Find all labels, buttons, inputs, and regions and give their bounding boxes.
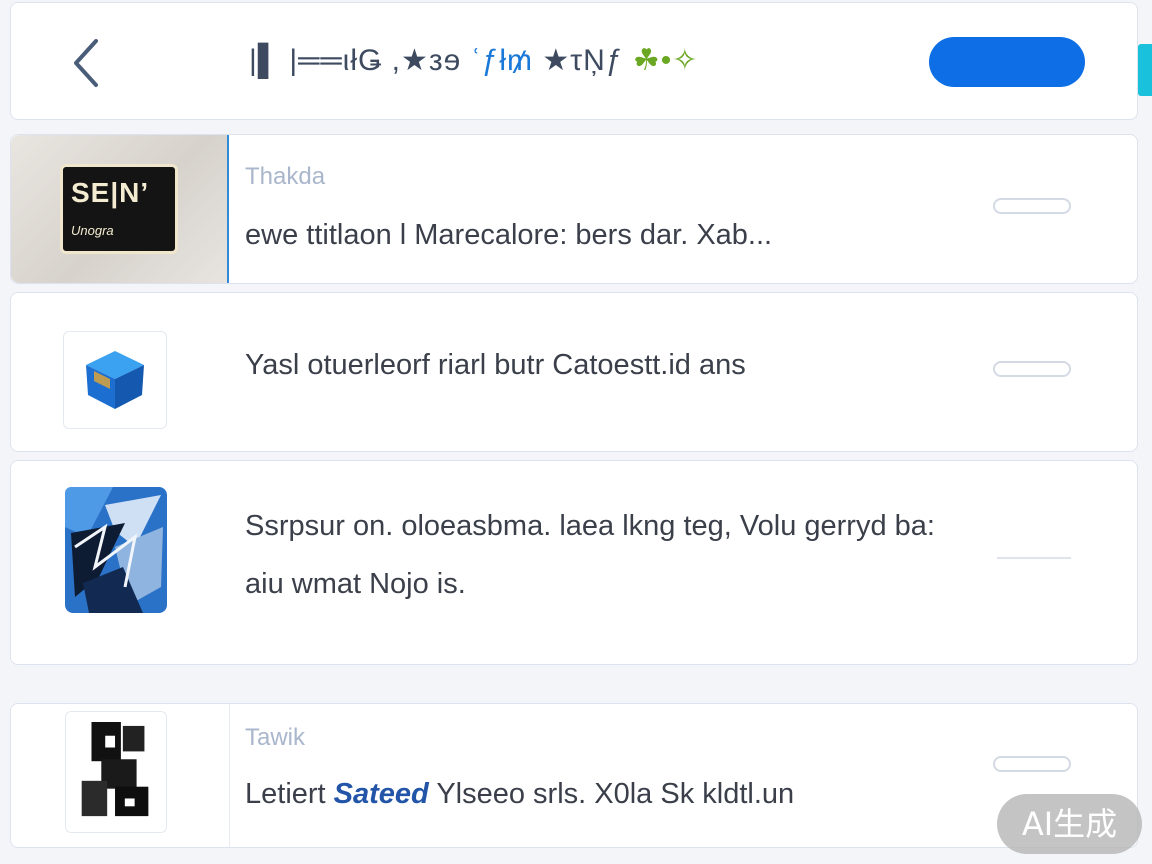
blue-cube-icon	[86, 351, 144, 409]
item-toggle[interactable]	[993, 756, 1071, 772]
item-divider	[997, 557, 1071, 559]
item-text-part: Ylseeo srls. X0la Sk kldtl.un	[428, 778, 795, 810]
title-part-1: |▌ |══ιłǤ ,★зɘ	[249, 44, 471, 77]
title-part-3: ★τŅƒ	[542, 44, 633, 77]
title-part-2: ʿƒł₥	[470, 44, 543, 77]
item-thumbnail: SE|N’ Unogra	[11, 135, 229, 283]
page: |▌ |══ιłǤ ,★зɘ ʿƒł₥ ★τŅƒ ☘•✧ SE|N’ Unogr…	[0, 0, 1152, 864]
list-item[interactable]: Yasl otuerleorf riarl butr Catoestt.id a…	[10, 292, 1138, 452]
item-toggle[interactable]	[993, 361, 1071, 377]
back-button[interactable]	[61, 33, 111, 93]
list-item[interactable]: Ssrpsur on. oloeasbma. laea lkng teg, Vo…	[10, 460, 1138, 665]
item-text-part: Letiert	[245, 778, 334, 810]
chevron-left-icon	[74, 39, 98, 87]
top-bar: |▌ |══ιłǤ ,★зɘ ʿƒł₥ ★τŅƒ ☘•✧	[10, 2, 1138, 120]
item-text: Yasl otuerleorf riarl butr Catoestt.id a…	[245, 349, 746, 381]
logo-main-text: SE|N’	[71, 177, 150, 208]
list-item[interactable]: SE|N’ Unogra Thakda ewe ttitlaon l Marec…	[10, 134, 1138, 284]
brand-logo: SE|N’ Unogra	[60, 164, 178, 254]
item-label: Tawik	[245, 724, 306, 751]
item-separator	[229, 704, 230, 847]
page-title: |▌ |══ιłǤ ,★зɘ ʿƒł₥ ★τŅƒ ☘•✧	[249, 41, 809, 81]
item-thumbnail	[65, 487, 167, 613]
item-text: Letiert Sateed Ylseeo srls. X0la Sk kldt…	[245, 766, 794, 822]
list-item[interactable]: Tawik Letiert Sateed Ylseeo srls. X0la S…	[10, 703, 1138, 848]
item-label: Thakda	[245, 163, 326, 190]
bw-photo-thumbnail	[66, 712, 166, 832]
item-thumbnail	[63, 331, 167, 429]
item-text-emphasis: Sateed	[333, 778, 429, 810]
side-edge-tab[interactable]	[1138, 44, 1152, 96]
item-text: Ssrpsur on. oloeasbma. laea lkng teg, Vo…	[245, 510, 935, 600]
item-toggle[interactable]	[993, 198, 1071, 214]
item-thumbnail	[65, 711, 167, 833]
logo-sub-text: Unogra	[71, 223, 114, 238]
ai-generated-badge: AI生成	[997, 794, 1142, 854]
primary-action-button[interactable]	[929, 37, 1085, 87]
title-part-4: ☘•✧	[632, 44, 699, 77]
item-text: ewe ttitlaon l Marecalore: bers dar. Xab…	[245, 219, 773, 251]
blue-shard-app-icon	[65, 487, 167, 613]
